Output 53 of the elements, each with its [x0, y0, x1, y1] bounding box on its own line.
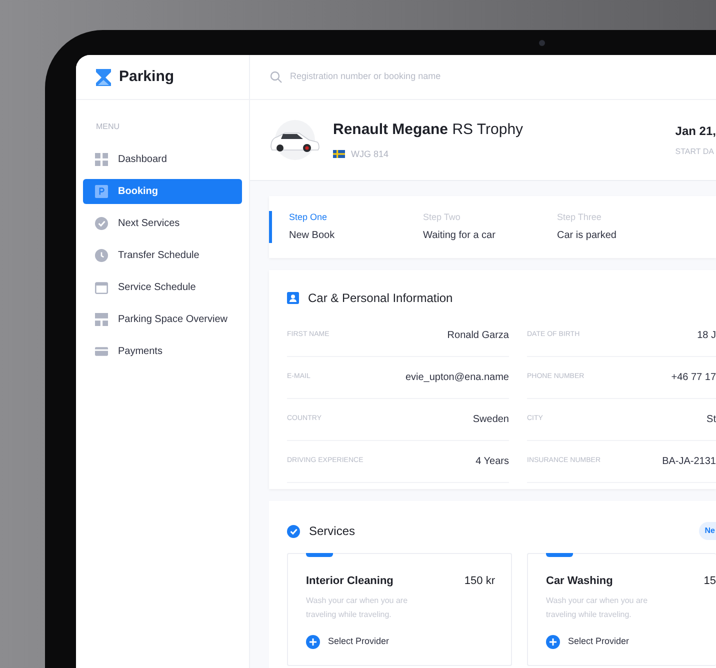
- parking-icon: [95, 185, 108, 198]
- license-plate: WJG 814: [351, 148, 389, 160]
- app-title: Parking: [119, 66, 174, 87]
- card-icon: [95, 345, 108, 358]
- plus-icon: [306, 634, 320, 648]
- vehicle-name: Renault Megane RS Trophy: [333, 120, 524, 140]
- car-photo-drawing: [269, 119, 321, 161]
- service-description: Wash your car when you are traveling while traveling.: [306, 594, 409, 621]
- plus-icon: [546, 634, 560, 648]
- service-price: 150 kr: [464, 574, 495, 589]
- start-date-label: START DA: [675, 146, 715, 158]
- calendar-icon: [95, 281, 108, 294]
- start-date: Jan 21,: [675, 123, 716, 140]
- section-title: Services: [309, 523, 356, 540]
- field-value: +46 77 17: [671, 371, 716, 385]
- step-tab[interactable]: Step Two Waiting for a car: [403, 210, 537, 244]
- menu-heading: MENU: [96, 121, 121, 133]
- grid-icon: [95, 153, 108, 166]
- service-price: 15: [704, 574, 716, 589]
- field-value: BA-JA-2131: [662, 455, 716, 469]
- service-name: Car Washing: [546, 574, 613, 589]
- search-icon: [270, 71, 282, 83]
- service-name: Interior Cleaning: [306, 574, 394, 589]
- field-value: 18 J: [697, 329, 716, 343]
- service-description: Wash your car when you are traveling while traveling.: [546, 594, 649, 621]
- clock-icon: [95, 249, 108, 262]
- new-badge: Ne: [698, 522, 716, 540]
- search-bar[interactable]: Registration number or booking name: [250, 55, 716, 100]
- sidebar-item[interactable]: Parking Space Overview: [83, 307, 242, 332]
- hourglass-logo-icon: [96, 68, 111, 86]
- sidebar-item[interactable]: Booking: [83, 179, 242, 204]
- camera-icon: [539, 40, 545, 46]
- contact-icon: [287, 292, 299, 304]
- field-value: St: [706, 413, 716, 427]
- sidebar-item[interactable]: Next Services: [83, 211, 242, 236]
- layout-icon: [95, 313, 108, 326]
- sweden-flag-icon: [333, 150, 345, 158]
- select-provider-button[interactable]: Select Provider: [546, 634, 630, 648]
- field-value: Sweden: [472, 413, 509, 427]
- sidebar-item[interactable]: Service Schedule: [83, 275, 242, 300]
- sidebar-item[interactable]: Payments: [83, 339, 242, 364]
- step-tab[interactable]: Step Three Car is parked: [537, 210, 716, 244]
- sidebar-item[interactable]: Transfer Schedule: [83, 243, 242, 268]
- check-badge-icon: [287, 524, 300, 538]
- field-value: Ronald Garza: [447, 329, 509, 343]
- step-tab[interactable]: Step One New Book: [269, 210, 403, 244]
- check-circle-icon: [95, 217, 108, 230]
- search-input[interactable]: Registration number or booking name: [290, 70, 716, 84]
- field-value: evie_upton@ena.name: [405, 371, 509, 385]
- section-title: Car & Personal Information: [308, 290, 453, 307]
- sidebar-item[interactable]: Dashboard: [83, 147, 242, 172]
- field-value: 4 Years: [476, 455, 509, 469]
- select-provider-button[interactable]: Select Provider: [306, 634, 390, 648]
